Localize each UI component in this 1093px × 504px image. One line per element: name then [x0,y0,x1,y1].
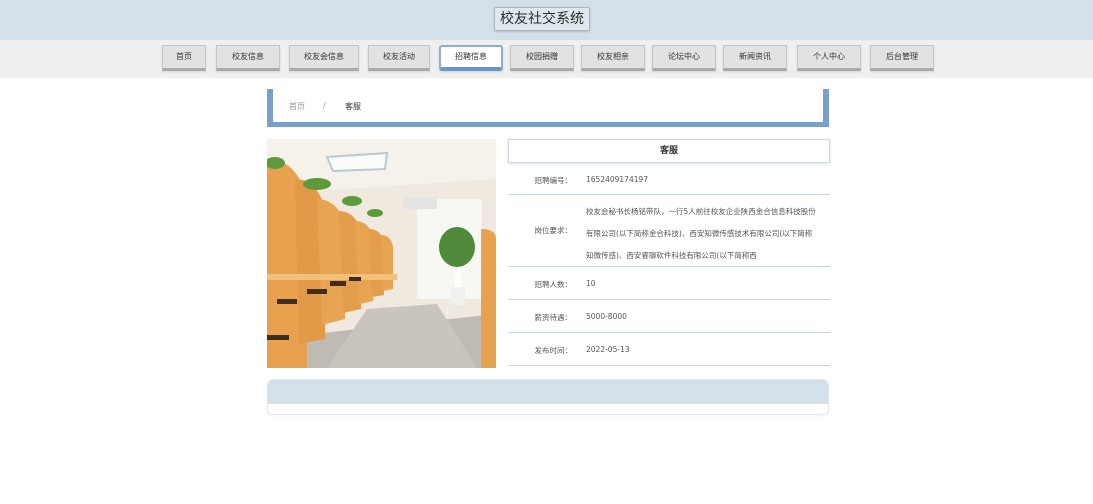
field-label: 招聘人数： [534,280,573,289]
field-row-publish-date: 发布时间： 2022-05-13 [508,333,830,366]
comment-panel [267,379,829,415]
study-room-image [267,139,496,368]
nav-item-home[interactable]: 首页 [162,45,206,71]
field-value: 1652409174197 [586,175,649,184]
nav-item-news[interactable]: 新闻资讯 [723,45,787,71]
detail-title: 客服 [508,139,830,163]
comment-panel-header [268,380,828,404]
field-row-headcount: 招聘人数： 10 [508,267,830,300]
nav-item-dating[interactable]: 校友相亲 [581,45,645,71]
site-title: 校友社交系统 [494,7,590,31]
field-value: 5000-8000 [586,312,627,321]
nav-item-recruitment[interactable]: 招聘信息 [439,45,503,71]
nav-item-admin[interactable]: 后台管理 [870,45,934,71]
field-value: 2022-05-13 [586,345,630,354]
nav-item-personal-center[interactable]: 个人中心 [797,45,861,71]
recruitment-detail: 客服 招聘编号： 1652409174197 岗位要求： 校友会秘书长杨铭带队，… [508,139,830,366]
field-value: 校友会秘书长杨铭带队，一行5人前往校友企业陕西金合信息科技股份有限公司(以下简称… [586,207,816,260]
nav-item-alumni-info[interactable]: 校友信息 [216,45,280,71]
nav-item-donation[interactable]: 校园捐赠 [510,45,574,71]
field-label: 发布时间： [534,346,573,355]
nav-item-forum[interactable]: 论坛中心 [652,45,716,71]
field-label: 薪资待遇： [534,313,573,322]
field-label: 招聘编号： [534,176,573,185]
breadcrumb-current: 客服 [345,102,361,111]
breadcrumb: 首页 / 客服 [267,89,829,127]
field-row-salary: 薪资待遇： 5000-8000 [508,300,830,333]
field-row-recruitment-id: 招聘编号： 1652409174197 [508,163,830,195]
breadcrumb-separator: / [323,101,326,110]
main-nav: 首页 校友信息 校友会信息 校友活动 招聘信息 校园捐赠 校友相亲 论坛中心 新… [0,40,1093,78]
nav-item-alumni-association[interactable]: 校友会信息 [289,45,359,71]
field-value: 10 [586,279,596,288]
breadcrumb-home-link[interactable]: 首页 [289,101,305,112]
top-header: 校友社交系统 [0,0,1093,40]
field-label: 岗位要求： [534,226,573,235]
study-room-illustration [267,139,496,368]
field-row-requirements: 岗位要求： 校友会秘书长杨铭带队，一行5人前往校友企业陕西金合信息科技股份有限公… [508,195,830,267]
nav-item-alumni-activities[interactable]: 校友活动 [368,45,430,71]
